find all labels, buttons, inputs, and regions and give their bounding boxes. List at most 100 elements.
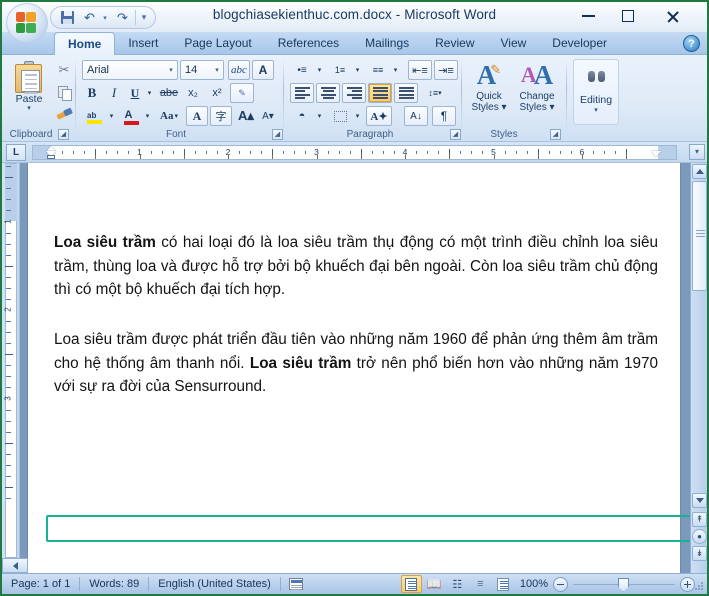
change-styles-button[interactable]: A A Change Styles ▾: [513, 59, 561, 125]
subscript-button[interactable]: x₂: [182, 83, 204, 103]
font-color-dropdown[interactable]: ▾: [142, 106, 153, 126]
zoom-level-label[interactable]: 100%: [520, 578, 548, 590]
font-color-button[interactable]: A: [120, 106, 142, 126]
quick-styles-button[interactable]: A ✎ Quick Styles ▾: [465, 59, 513, 125]
tab-home[interactable]: Home: [54, 32, 116, 55]
decrease-font-size-button[interactable]: A▾: [258, 106, 278, 126]
scroll-up-button[interactable]: [692, 164, 707, 179]
numbering-button[interactable]: 1≡: [328, 60, 352, 80]
font-name-combobox[interactable]: Arial ▾: [82, 60, 178, 80]
tab-mailings[interactable]: Mailings: [352, 32, 422, 55]
highlight-dropdown[interactable]: ▾: [106, 106, 117, 126]
view-print-layout-button[interactable]: [400, 575, 422, 593]
zoom-out-button[interactable]: [553, 576, 568, 592]
view-web-layout-button[interactable]: ☷: [447, 575, 468, 593]
line-spacing-button[interactable]: [394, 83, 418, 103]
multilevel-list-button[interactable]: ≡≡: [366, 60, 390, 80]
shading-dropdown[interactable]: ▾: [314, 106, 325, 126]
tab-references[interactable]: References: [265, 32, 352, 55]
office-button[interactable]: [6, 3, 48, 43]
numbering-dropdown[interactable]: ▾: [352, 60, 363, 80]
vertical-scrollbar[interactable]: ↟ ● ↡: [690, 163, 707, 573]
view-outline-button[interactable]: ≡: [470, 575, 491, 593]
maximize-button[interactable]: [611, 5, 645, 27]
scroll-down-button[interactable]: [692, 493, 707, 508]
status-words[interactable]: Words: 89: [80, 574, 148, 595]
view-draft-button[interactable]: [493, 575, 514, 593]
select-browse-object-button[interactable]: ●: [692, 529, 707, 544]
copy-button[interactable]: [54, 82, 74, 102]
minimize-button[interactable]: [571, 5, 605, 27]
clipboard-dialog-launcher[interactable]: ◢: [58, 129, 69, 140]
editing-button[interactable]: Editing ▾: [573, 59, 619, 125]
customize-qat-button[interactable]: ▾: [138, 8, 152, 27]
multilevel-dropdown[interactable]: ▾: [390, 60, 401, 80]
character-border-button[interactable]: 字: [210, 106, 232, 126]
tab-developer[interactable]: Developer: [539, 32, 620, 55]
right-indent-marker[interactable]: [651, 151, 661, 157]
previous-page-button[interactable]: ↟: [692, 512, 707, 527]
bullets-dropdown[interactable]: ▾: [314, 60, 325, 80]
cut-button[interactable]: ✂: [54, 60, 74, 80]
tab-insert[interactable]: Insert: [115, 32, 171, 55]
strikethrough-button[interactable]: abe: [158, 83, 180, 103]
align-center-button[interactable]: [316, 83, 340, 103]
bold-button[interactable]: B: [82, 83, 102, 103]
text-shading-button[interactable]: A: [186, 106, 208, 126]
show-formatting-marks-button[interactable]: ¶: [432, 106, 456, 126]
font-size-combobox[interactable]: 14 ▾: [180, 60, 224, 80]
styles-dialog-launcher[interactable]: ◢: [550, 129, 561, 140]
next-page-button[interactable]: ↡: [692, 546, 707, 561]
resize-grip[interactable]: [693, 580, 705, 592]
text-effects-button[interactable]: A✦: [366, 106, 392, 126]
proofing-status-button[interactable]: [281, 578, 311, 590]
document-paragraph-2[interactable]: Loa siêu trầm được phát triển đầu tiên v…: [54, 328, 658, 399]
shrink-font-button[interactable]: A: [252, 60, 274, 80]
italic-button[interactable]: I: [104, 83, 124, 103]
justify-button[interactable]: [368, 83, 392, 103]
shading-button[interactable]: ◓: [290, 106, 314, 126]
save-button[interactable]: [57, 8, 78, 27]
ruler-options-button[interactable]: ▾: [689, 144, 705, 160]
view-full-screen-reading-button[interactable]: 📖: [424, 575, 445, 593]
decrease-indent-button[interactable]: ⇤≡: [408, 60, 432, 80]
increase-font-size-button[interactable]: A▴: [236, 106, 256, 126]
scroll-left-button[interactable]: [2, 558, 28, 573]
align-left-button[interactable]: [290, 83, 314, 103]
zoom-slider[interactable]: [573, 577, 675, 592]
close-button[interactable]: [655, 5, 689, 27]
increase-indent-button[interactable]: ⇥≡: [434, 60, 458, 80]
left-indent-marker[interactable]: [47, 155, 55, 159]
tab-stop-selector[interactable]: L: [6, 144, 26, 161]
format-painter-button[interactable]: [54, 104, 74, 124]
tab-view[interactable]: View: [488, 32, 540, 55]
sort-button[interactable]: A↓: [404, 106, 428, 126]
vertical-ruler[interactable]: 1 2 3: [2, 163, 20, 573]
zoom-slider-thumb[interactable]: [618, 577, 629, 592]
undo-button[interactable]: ↶: [79, 8, 100, 27]
paragraph-spacing-button[interactable]: ↕≡ ▾: [422, 83, 448, 103]
tab-page-layout[interactable]: Page Layout: [171, 32, 264, 55]
help-icon[interactable]: ?: [683, 35, 700, 52]
undo-dropdown[interactable]: ▾: [101, 8, 111, 27]
bullets-button[interactable]: •≡: [290, 60, 314, 80]
borders-button[interactable]: [328, 106, 352, 126]
font-dialog-launcher[interactable]: ◢: [272, 129, 283, 140]
paragraph-dialog-launcher[interactable]: ◢: [450, 129, 461, 140]
status-page[interactable]: Page: 1 of 1: [2, 574, 79, 595]
tab-review[interactable]: Review: [422, 32, 487, 55]
grow-font-button[interactable]: abc: [228, 60, 250, 80]
redo-button[interactable]: ↷: [112, 8, 133, 27]
clear-formatting-button[interactable]: ✎: [230, 83, 254, 103]
borders-dropdown[interactable]: ▾: [352, 106, 363, 126]
document-paragraph-1[interactable]: Loa siêu trầm có hai loại đó là loa siêu…: [54, 231, 658, 302]
align-right-button[interactable]: [342, 83, 366, 103]
horizontal-ruler[interactable]: 123456: [32, 145, 677, 160]
paste-button[interactable]: Paste ▾: [8, 59, 50, 125]
document-page[interactable]: CHIASEKIENTHUC CHIASEKIENTHUC Loa siêu t…: [28, 163, 696, 573]
underline-dropdown[interactable]: ▾: [144, 83, 155, 103]
change-case-button[interactable]: Aa ▾: [156, 106, 182, 126]
superscript-button[interactable]: x²: [206, 83, 228, 103]
underline-button[interactable]: U: [126, 83, 144, 103]
text-highlight-button[interactable]: ab: [82, 106, 106, 126]
